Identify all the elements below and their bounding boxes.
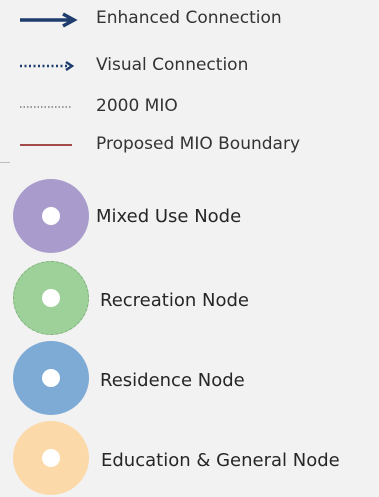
proposed-mio-boundary-line-icon <box>20 144 72 146</box>
node-center-dot <box>42 207 60 225</box>
node-center-dot <box>42 289 60 307</box>
legend-label-recreation-node: Recreation Node <box>100 290 249 311</box>
legend-label-residence-node: Residence Node <box>100 370 245 391</box>
legend-label-2000-mio: 2000 MIO <box>96 96 178 116</box>
node-center-dot <box>42 369 60 387</box>
legend-label-education-general-node: Education & General Node <box>101 450 340 471</box>
enhanced-connection-arrow-icon <box>20 12 78 28</box>
divider <box>0 162 10 163</box>
legend-item-proposed-mio-boundary: Proposed MIO Boundary <box>0 132 379 162</box>
legend-item-visual-connection: Visual Connection <box>0 52 379 82</box>
education-general-node-icon <box>13 421 89 495</box>
2000-mio-dotted-line-icon <box>20 106 72 108</box>
residence-node-icon <box>13 341 89 415</box>
legend-label-mixed-use-node: Mixed Use Node <box>96 206 242 227</box>
recreation-node-icon <box>13 261 89 335</box>
legend-label-enhanced-connection: Enhanced Connection <box>96 8 282 28</box>
node-center-dot <box>42 449 60 467</box>
visual-connection-arrow-icon <box>20 60 75 72</box>
legend-item-2000-mio: 2000 MIO <box>0 92 379 122</box>
mixed-use-node-icon <box>13 179 89 253</box>
legend-label-proposed-mio-boundary: Proposed MIO Boundary <box>96 134 301 154</box>
legend-item-enhanced-connection: Enhanced Connection <box>0 4 379 34</box>
legend-label-visual-connection: Visual Connection <box>96 55 249 75</box>
